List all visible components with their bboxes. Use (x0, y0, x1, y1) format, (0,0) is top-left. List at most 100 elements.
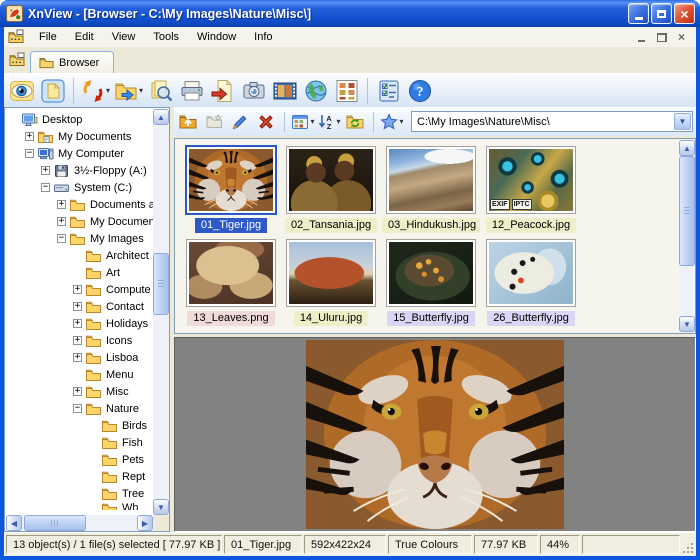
tree-item-menu[interactable]: Menu (6, 366, 153, 383)
maximize-button[interactable] (651, 3, 672, 24)
tree-item-tree[interactable]: Tree (6, 485, 153, 502)
delete-button[interactable] (254, 110, 278, 134)
tree-item-icons[interactable]: +Icons (6, 332, 153, 349)
tree-item-documents-a[interactable]: +Documents a (6, 196, 153, 213)
tree-expander-plus[interactable]: + (73, 353, 82, 362)
scroll-right-button[interactable]: ▶ (137, 515, 153, 531)
refresh-button[interactable] (343, 110, 367, 134)
thumbnail-02-tansania-jpg[interactable]: 02_Tansania.jpg (281, 145, 381, 233)
tree-item-holidays[interactable]: +Holidays (6, 315, 153, 332)
parent-folder-button[interactable] (176, 110, 200, 134)
tree-expander-plus[interactable]: + (57, 200, 66, 209)
scroll-up-button[interactable]: ▲ (679, 140, 695, 156)
thumbnail-image-frame[interactable] (386, 146, 476, 214)
tree-expander-minus[interactable]: − (57, 234, 66, 243)
sort-button[interactable]: AZ▾ (317, 110, 341, 134)
scrollbar-track[interactable] (153, 125, 169, 499)
tree-item-contact[interactable]: +Contact (6, 298, 153, 315)
filmstrip-button[interactable] (270, 76, 299, 105)
minimize-button[interactable] (628, 3, 649, 24)
rename-button[interactable] (228, 110, 252, 134)
menu-tools[interactable]: Tools (144, 29, 188, 45)
tree-item-architect[interactable]: Architect (6, 247, 153, 264)
rotate-button[interactable]: ▾ (80, 76, 111, 105)
print-button[interactable] (177, 76, 206, 105)
menu-view[interactable]: View (103, 29, 145, 45)
thumbnail-01-tiger-jpg[interactable]: 01_Tiger.jpg (181, 145, 281, 233)
menu-info[interactable]: Info (245, 29, 281, 45)
thumbnail-12-peacock-jpg[interactable]: EXIFIPTC12_Peacock.jpg (481, 145, 581, 233)
thumbnail-image-frame[interactable]: EXIFIPTC (486, 146, 576, 214)
mdi-restore-button[interactable] (653, 30, 670, 45)
search-button[interactable] (146, 76, 175, 105)
scrollbar-thumb[interactable] (153, 253, 169, 315)
tree-expander-plus[interactable]: + (41, 166, 50, 175)
thumbnail-26-butterfly-jpg[interactable]: 26_Butterfly.jpg (481, 238, 581, 326)
tree-item-3-floppy-a[interactable]: +3½-Floppy (A:) (6, 162, 153, 179)
scroll-left-button[interactable]: ◀ (6, 515, 22, 531)
batch-options-button[interactable] (374, 76, 403, 105)
tree-item-system-c[interactable]: −System (C:) (6, 179, 153, 196)
tree-item-my-documen[interactable]: +My Documen (6, 213, 153, 230)
tree-expander-plus[interactable]: + (57, 217, 66, 226)
thumbnail-13-leaves-png[interactable]: 13_Leaves.png (181, 238, 281, 326)
thumbnail-image-frame[interactable] (386, 239, 476, 307)
address-bar[interactable]: C:\My Images\Nature\Misc\ ▼ (411, 111, 693, 132)
tree-expander-plus[interactable]: + (73, 302, 82, 311)
menu-edit[interactable]: Edit (66, 29, 103, 45)
thumbnail-vertical-scrollbar[interactable]: ▲ ▼ (679, 140, 695, 332)
thumbnail-15-butterfly-jpg[interactable]: 15_Butterfly.jpg (381, 238, 481, 326)
thumbnail-image-frame[interactable] (286, 239, 376, 307)
scroll-down-button[interactable]: ▼ (679, 316, 695, 332)
move-copy-to-folder-button[interactable]: ▾ (113, 76, 144, 105)
scroll-up-button[interactable]: ▲ (153, 109, 169, 125)
thumbnail-image-frame[interactable] (486, 239, 576, 307)
thumbnail-image-frame[interactable] (185, 145, 277, 215)
tree-vertical-scrollbar[interactable]: ▲ ▼ (153, 109, 169, 515)
tree-item-my-computer[interactable]: −My Computer (6, 145, 153, 162)
favorites-button[interactable]: ▾ (380, 110, 404, 134)
tree-expander-minus[interactable]: − (41, 183, 50, 192)
dropdown-arrow-icon[interactable]: ▾ (106, 86, 110, 95)
menu-file[interactable]: File (30, 29, 66, 45)
tree-expander-minus[interactable]: − (25, 149, 34, 158)
fullscreen-view-button[interactable] (38, 76, 67, 105)
scrollbar-track[interactable] (679, 156, 695, 316)
thumbnail-27-tree-jpg[interactable]: 27_Tree.jpg (181, 331, 281, 332)
scroll-down-button[interactable]: ▼ (153, 499, 169, 515)
mdi-close-button[interactable]: × (673, 30, 690, 45)
browser-view-button[interactable] (7, 76, 36, 105)
tree-expander-plus[interactable]: + (25, 132, 34, 141)
convert-export-button[interactable] (208, 76, 237, 105)
tree-item-my-images[interactable]: −My Images (6, 230, 153, 247)
tree-item-art[interactable]: Art (6, 264, 153, 281)
tree-item-misc[interactable]: +Misc (6, 383, 153, 400)
tree-horizontal-scrollbar[interactable]: ◀ ▶ (6, 515, 153, 531)
tab-browser[interactable]: Browser (30, 51, 114, 73)
screen-capture-button[interactable] (239, 76, 268, 105)
address-dropdown-button[interactable]: ▼ (674, 113, 691, 130)
mdi-minimize-button[interactable] (633, 30, 650, 45)
thumbnail-03-hindukush-jpg[interactable]: 03_Hindukush.jpg (381, 145, 481, 233)
scrollbar-thumb[interactable] (24, 515, 86, 531)
tree-expander-plus[interactable]: + (73, 285, 82, 294)
resize-grip[interactable] (681, 541, 694, 554)
xnview-app-icon[interactable] (6, 5, 23, 22)
thumbnail-image-frame[interactable] (186, 239, 276, 307)
tree-expander-plus[interactable]: + (73, 387, 82, 396)
scrollbar-thumb[interactable] (679, 156, 695, 266)
scrollbar-track[interactable] (22, 515, 137, 531)
view-mode-button[interactable]: ▾ (291, 110, 315, 134)
mdi-system-icon[interactable] (8, 29, 24, 45)
tree-item-my-documents[interactable]: +My Documents (6, 128, 153, 145)
tree-item-fish[interactable]: Fish (6, 434, 153, 451)
tree-item-pets[interactable]: Pets (6, 451, 153, 468)
thumbnail-image-frame[interactable] (286, 146, 376, 214)
contact-sheet-button[interactable] (332, 76, 361, 105)
tree-item-desktop[interactable]: Desktop (6, 111, 153, 128)
title-bar[interactable]: XnView - [Browser - C:\My Images\Nature\… (0, 0, 700, 27)
close-button[interactable]: × (674, 3, 695, 24)
tree-item-wh[interactable]: Wh (6, 502, 153, 510)
tree-expander-minus[interactable]: − (73, 404, 82, 413)
tree-item-rept[interactable]: Rept (6, 468, 153, 485)
